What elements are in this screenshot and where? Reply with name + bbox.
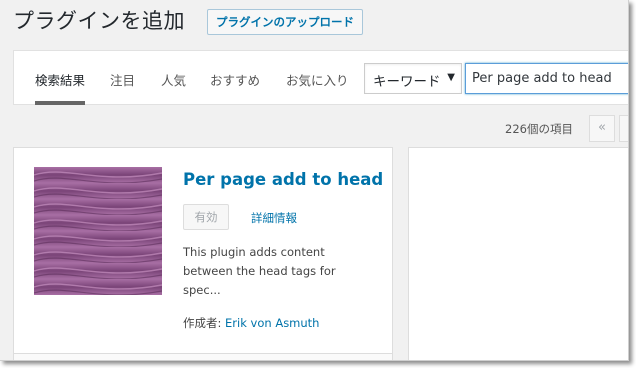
plugin-name-link[interactable]: Per page add to head — [183, 170, 383, 189]
tab-popular[interactable]: 人気 — [161, 70, 186, 105]
plugin-card: Per page add to head 有効 詳細情報 This plugin… — [13, 147, 393, 360]
tab-recommended[interactable]: おすすめ — [210, 70, 260, 105]
plugin-description: This plugin adds content between the hea… — [183, 245, 336, 297]
wave-pattern-icon[interactable] — [34, 167, 162, 295]
activate-button: 有効 — [183, 204, 229, 230]
search-type-value: キーワード — [373, 74, 441, 90]
plugin-author: 作成者: Erik von Asmuth — [183, 315, 319, 331]
chevron-down-icon: ▼ — [447, 72, 455, 83]
plugin-card-empty — [408, 147, 628, 360]
more-details-link[interactable]: 詳細情報 — [251, 210, 297, 226]
prev-page-button[interactable]: ‹ — [619, 115, 628, 142]
page-title: プラグインを追加 — [13, 9, 185, 33]
search-input[interactable] — [465, 63, 628, 94]
item-count: 226個の項目 — [505, 122, 573, 136]
first-page-button[interactable]: « — [589, 115, 615, 142]
upload-plugin-button[interactable]: プラグインのアップロード — [207, 9, 363, 35]
card-footer — [14, 353, 392, 360]
tab-featured[interactable]: 注目 — [110, 70, 135, 105]
plugin-install-screen: プラグインを追加 プラグインのアップロード 検索結果 注目 人気 おすすめ お気… — [0, 0, 629, 361]
tab-search-results[interactable]: 検索結果 — [35, 70, 86, 105]
author-link[interactable]: Erik von Asmuth — [225, 316, 319, 330]
search-type-select[interactable]: キーワード ▼ — [364, 63, 462, 94]
tab-favorites[interactable]: お気に入り — [286, 70, 349, 105]
filter-bar: 検索結果 注目 人気 おすすめ お気に入り キーワード ▼ — [13, 50, 628, 105]
author-label: 作成者: — [183, 316, 222, 330]
